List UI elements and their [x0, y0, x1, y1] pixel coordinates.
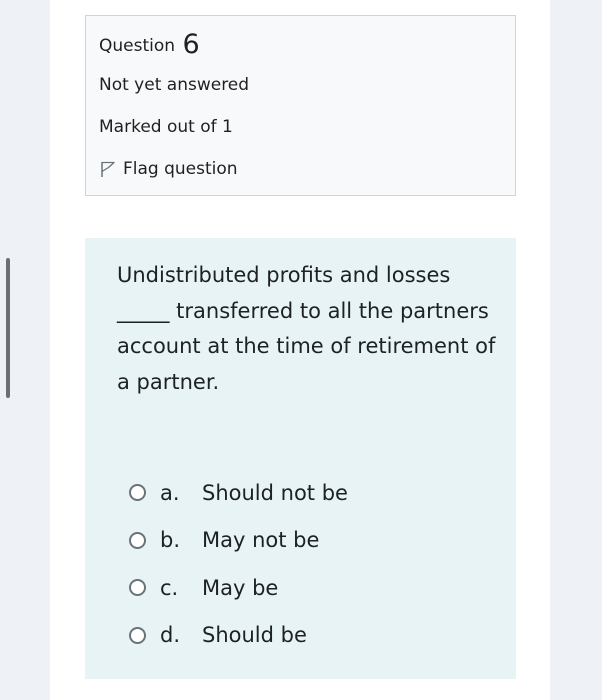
- radio-button[interactable]: [129, 531, 146, 549]
- option-label: May be: [202, 575, 279, 600]
- radio-button[interactable]: [129, 626, 146, 644]
- radio-button[interactable]: [129, 484, 146, 502]
- option-label: May not be: [202, 528, 320, 553]
- question-title-prefix: Question: [99, 36, 176, 56]
- option-label: Should not be: [202, 480, 348, 505]
- question-state: Not yet answered: [99, 75, 250, 95]
- option-letter: b.: [160, 528, 181, 553]
- question-number: 6: [182, 29, 200, 60]
- question-title: Question 6: [99, 30, 200, 61]
- radio-button[interactable]: [129, 579, 146, 597]
- question-content: Undistributed profits and losses _____ t…: [85, 238, 516, 679]
- answer-option-a[interactable]: a. Should not be: [129, 469, 348, 517]
- question-info-box: Question 6 Not yet answered Marked out o…: [85, 15, 516, 196]
- question-marks: Marked out of 1: [99, 117, 233, 137]
- option-letter: c.: [160, 575, 179, 600]
- answer-option-c[interactable]: c. May be: [129, 564, 348, 612]
- option-letter: a.: [160, 480, 180, 505]
- scrollbar[interactable]: [6, 258, 10, 398]
- question-text: Undistributed profits and losses _____ t…: [117, 263, 496, 394]
- option-label: Should be: [202, 623, 307, 648]
- answer-option-d[interactable]: d. Should be: [129, 612, 348, 660]
- answer-options: a. Should not be b. May not be c. May be…: [129, 469, 348, 659]
- answer-option-b[interactable]: b. May not be: [129, 517, 348, 565]
- option-letter: d.: [160, 623, 181, 648]
- flag-question-link[interactable]: Flag question: [99, 158, 238, 180]
- flag-icon: [101, 161, 115, 177]
- flag-question-label: Flag question: [123, 159, 238, 179]
